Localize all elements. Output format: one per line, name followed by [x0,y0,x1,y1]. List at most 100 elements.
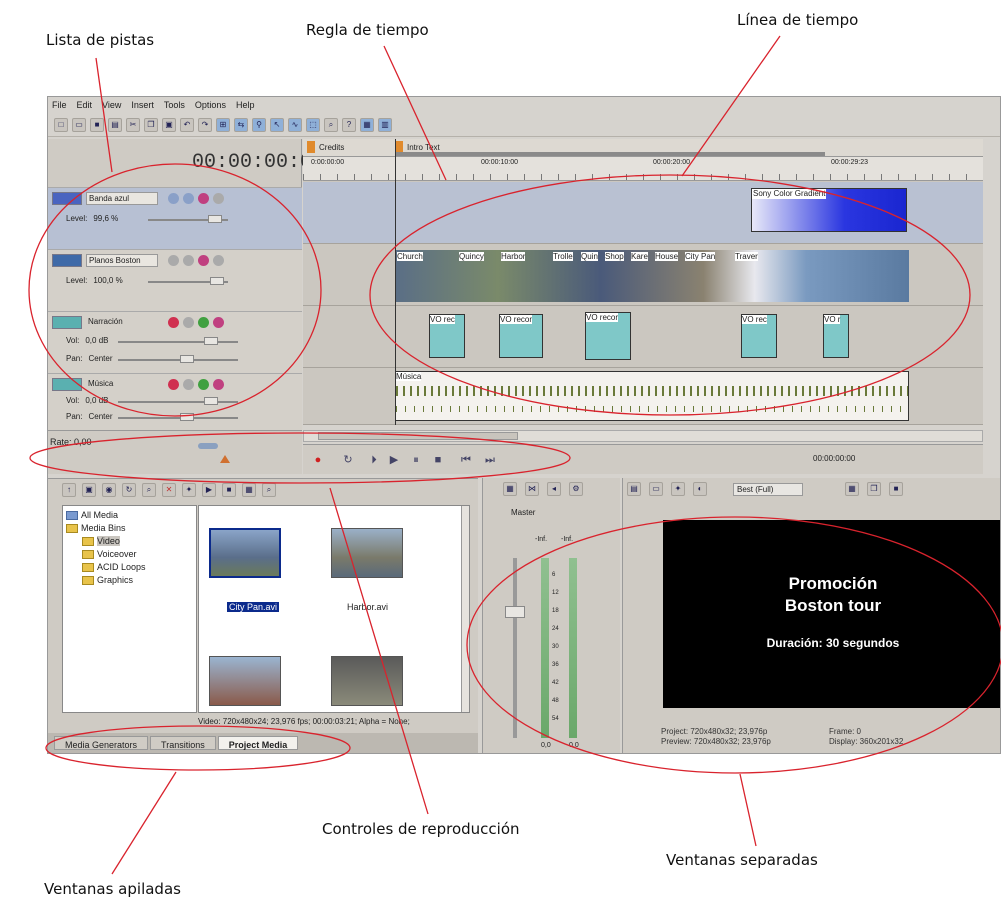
normal-edit-tool-icon[interactable]: ↖ [270,118,284,132]
pan-slider-knob[interactable] [180,355,194,363]
master-fader-track[interactable] [513,558,517,738]
vol-slider[interactable] [118,397,238,405]
media-list-scrollbar[interactable] [461,506,469,712]
record-arm-icon[interactable] [168,379,179,390]
playhead-cursor[interactable] [395,139,396,425]
vol-slider-knob[interactable] [204,337,218,345]
pan-slider[interactable] [118,355,238,363]
menu-options[interactable]: Options [195,100,226,110]
clip-harbor[interactable]: Harbor [501,252,526,261]
tree-item-video[interactable]: Video [66,535,193,548]
clip-musica[interactable]: Música [395,371,909,421]
tree-item-media-bins[interactable]: Media Bins [66,522,193,535]
media-file-list[interactable]: City Pan.avi Harbor.avi [198,505,470,713]
menu-help[interactable]: Help [236,100,255,110]
pan-slider[interactable] [118,413,238,421]
timeline-horizontal-scrollbar[interactable] [303,430,983,442]
level-slider[interactable] [148,215,228,223]
level-slider-knob[interactable] [210,277,224,285]
menu-edit[interactable]: Edit [77,100,93,110]
preview-quality-select[interactable]: Best (Full) [733,483,803,496]
save-icon[interactable]: ■ [90,118,104,132]
track-mute-icon[interactable] [213,379,224,390]
go-to-end-icon[interactable]: ⏭ [483,453,497,467]
level-slider-knob[interactable] [208,215,222,223]
save-snapshot-icon[interactable]: ■ [889,482,903,496]
track-fx-icon[interactable] [183,317,194,328]
go-to-start-icon[interactable]: ⏮ [459,453,473,467]
undo-icon[interactable]: ↶ [180,118,194,132]
tree-item-voiceover[interactable]: Voiceover [66,548,193,561]
stop-preview-icon[interactable]: ■ [222,483,236,497]
timeline[interactable]: Credits Intro Text 0:00:00:00 00:00:10:0… [303,139,983,425]
track-mute-icon[interactable] [198,193,209,204]
overlays-icon[interactable]: ▦ [845,482,859,496]
tab-project-media[interactable]: Project Media [217,736,299,750]
record-arm-icon[interactable] [168,317,179,328]
tree-item-graphics[interactable]: Graphics [66,574,193,587]
clip-shop[interactable]: Shop [605,252,624,261]
clip-voiceover[interactable]: VO r [823,314,849,358]
record-icon[interactable]: ● [311,453,325,467]
play-icon[interactable]: ▶ [387,453,401,467]
thumbnail-harbor[interactable] [331,528,403,578]
track-mute-icon[interactable] [198,255,209,266]
clip-city-pan[interactable]: City Pan [685,252,716,261]
split-icon[interactable]: ▥ [378,118,392,132]
track-solo-icon[interactable] [213,255,224,266]
tree-item-all-media[interactable]: All Media [66,509,193,522]
media-fx-icon[interactable]: ✦ [182,483,196,497]
scrollbar-thumb[interactable] [318,432,518,440]
clip-church[interactable]: Church [397,252,423,261]
clip-traver[interactable]: Traver [735,252,758,261]
new-project-icon[interactable]: □ [54,118,68,132]
clip-quin[interactable]: Quin [581,252,598,261]
vol-slider-knob[interactable] [204,397,218,405]
track-planos-boston[interactable]: Planos Boston Level: 100,0 % [48,249,302,311]
play-from-start-icon[interactable]: ⏵ [367,453,381,467]
preview-properties-icon[interactable]: ▤ [627,482,641,496]
help-icon[interactable]: ? [342,118,356,132]
play-preview-icon[interactable]: ▶ [202,483,216,497]
properties-icon[interactable]: ▤ [108,118,122,132]
file-name-city-pan[interactable]: City Pan.avi [227,602,280,612]
zoom-tool-icon[interactable]: ⌕ [324,118,338,132]
open-folder-icon[interactable]: ▭ [72,118,86,132]
redo-icon[interactable]: ↷ [198,118,212,132]
selection-tool-icon[interactable]: ⬚ [306,118,320,132]
track-pan-icon[interactable] [198,379,209,390]
track-name[interactable]: Banda azul [86,192,158,205]
marker-credits[interactable]: Credits [319,143,344,152]
master-fader-knob[interactable] [505,606,525,618]
split-screen-icon[interactable]: ◐ [693,482,707,496]
mixer-bus-icon[interactable]: ⋈ [525,482,539,496]
copy-icon[interactable]: ❐ [144,118,158,132]
track-solo-icon[interactable] [213,193,224,204]
clip-house[interactable]: House [655,252,679,261]
copy-snapshot-icon[interactable]: ❐ [867,482,881,496]
get-media-icon[interactable]: ◉ [102,483,116,497]
track-mute-icon[interactable] [213,317,224,328]
track-name[interactable]: Planos Boston [86,254,158,267]
menu-insert[interactable]: Insert [131,100,154,110]
stop-icon[interactable]: ■ [431,453,445,467]
external-monitor-icon[interactable]: ▭ [649,482,663,496]
clip-kare[interactable]: Kare [631,252,648,261]
envelope-tool-icon[interactable]: ∿ [288,118,302,132]
pan-slider-knob[interactable] [180,413,194,421]
grid-icon[interactable]: ▦ [360,118,374,132]
delete-icon[interactable]: ✕ [162,483,176,497]
import-media-icon[interactable]: ↑ [62,483,76,497]
track-pan-icon[interactable] [198,317,209,328]
track-musica[interactable]: Música Vol: 0,0 dB Pan: Center [48,373,302,435]
video-clips-strip[interactable]: Church Quincy Harbor Trolle Quin Shop Ka… [395,250,909,302]
menu-view[interactable]: View [102,100,121,110]
clip-trolley[interactable]: Trolle [553,252,573,261]
track-narracion[interactable]: Narración Vol: 0,0 dB Pan: Center [48,311,302,373]
track-fx-icon[interactable] [183,255,194,266]
clip-sony-color-gradient[interactable]: Sony Color Gradient [751,188,907,232]
cut-icon[interactable]: ✂ [126,118,140,132]
marker-intro-text[interactable]: Intro Text [407,143,440,152]
time-ruler[interactable]: 0:00:00:00 00:00:10:00 00:00:20:00 00:00… [303,157,983,181]
views-icon[interactable]: ▦ [242,483,256,497]
